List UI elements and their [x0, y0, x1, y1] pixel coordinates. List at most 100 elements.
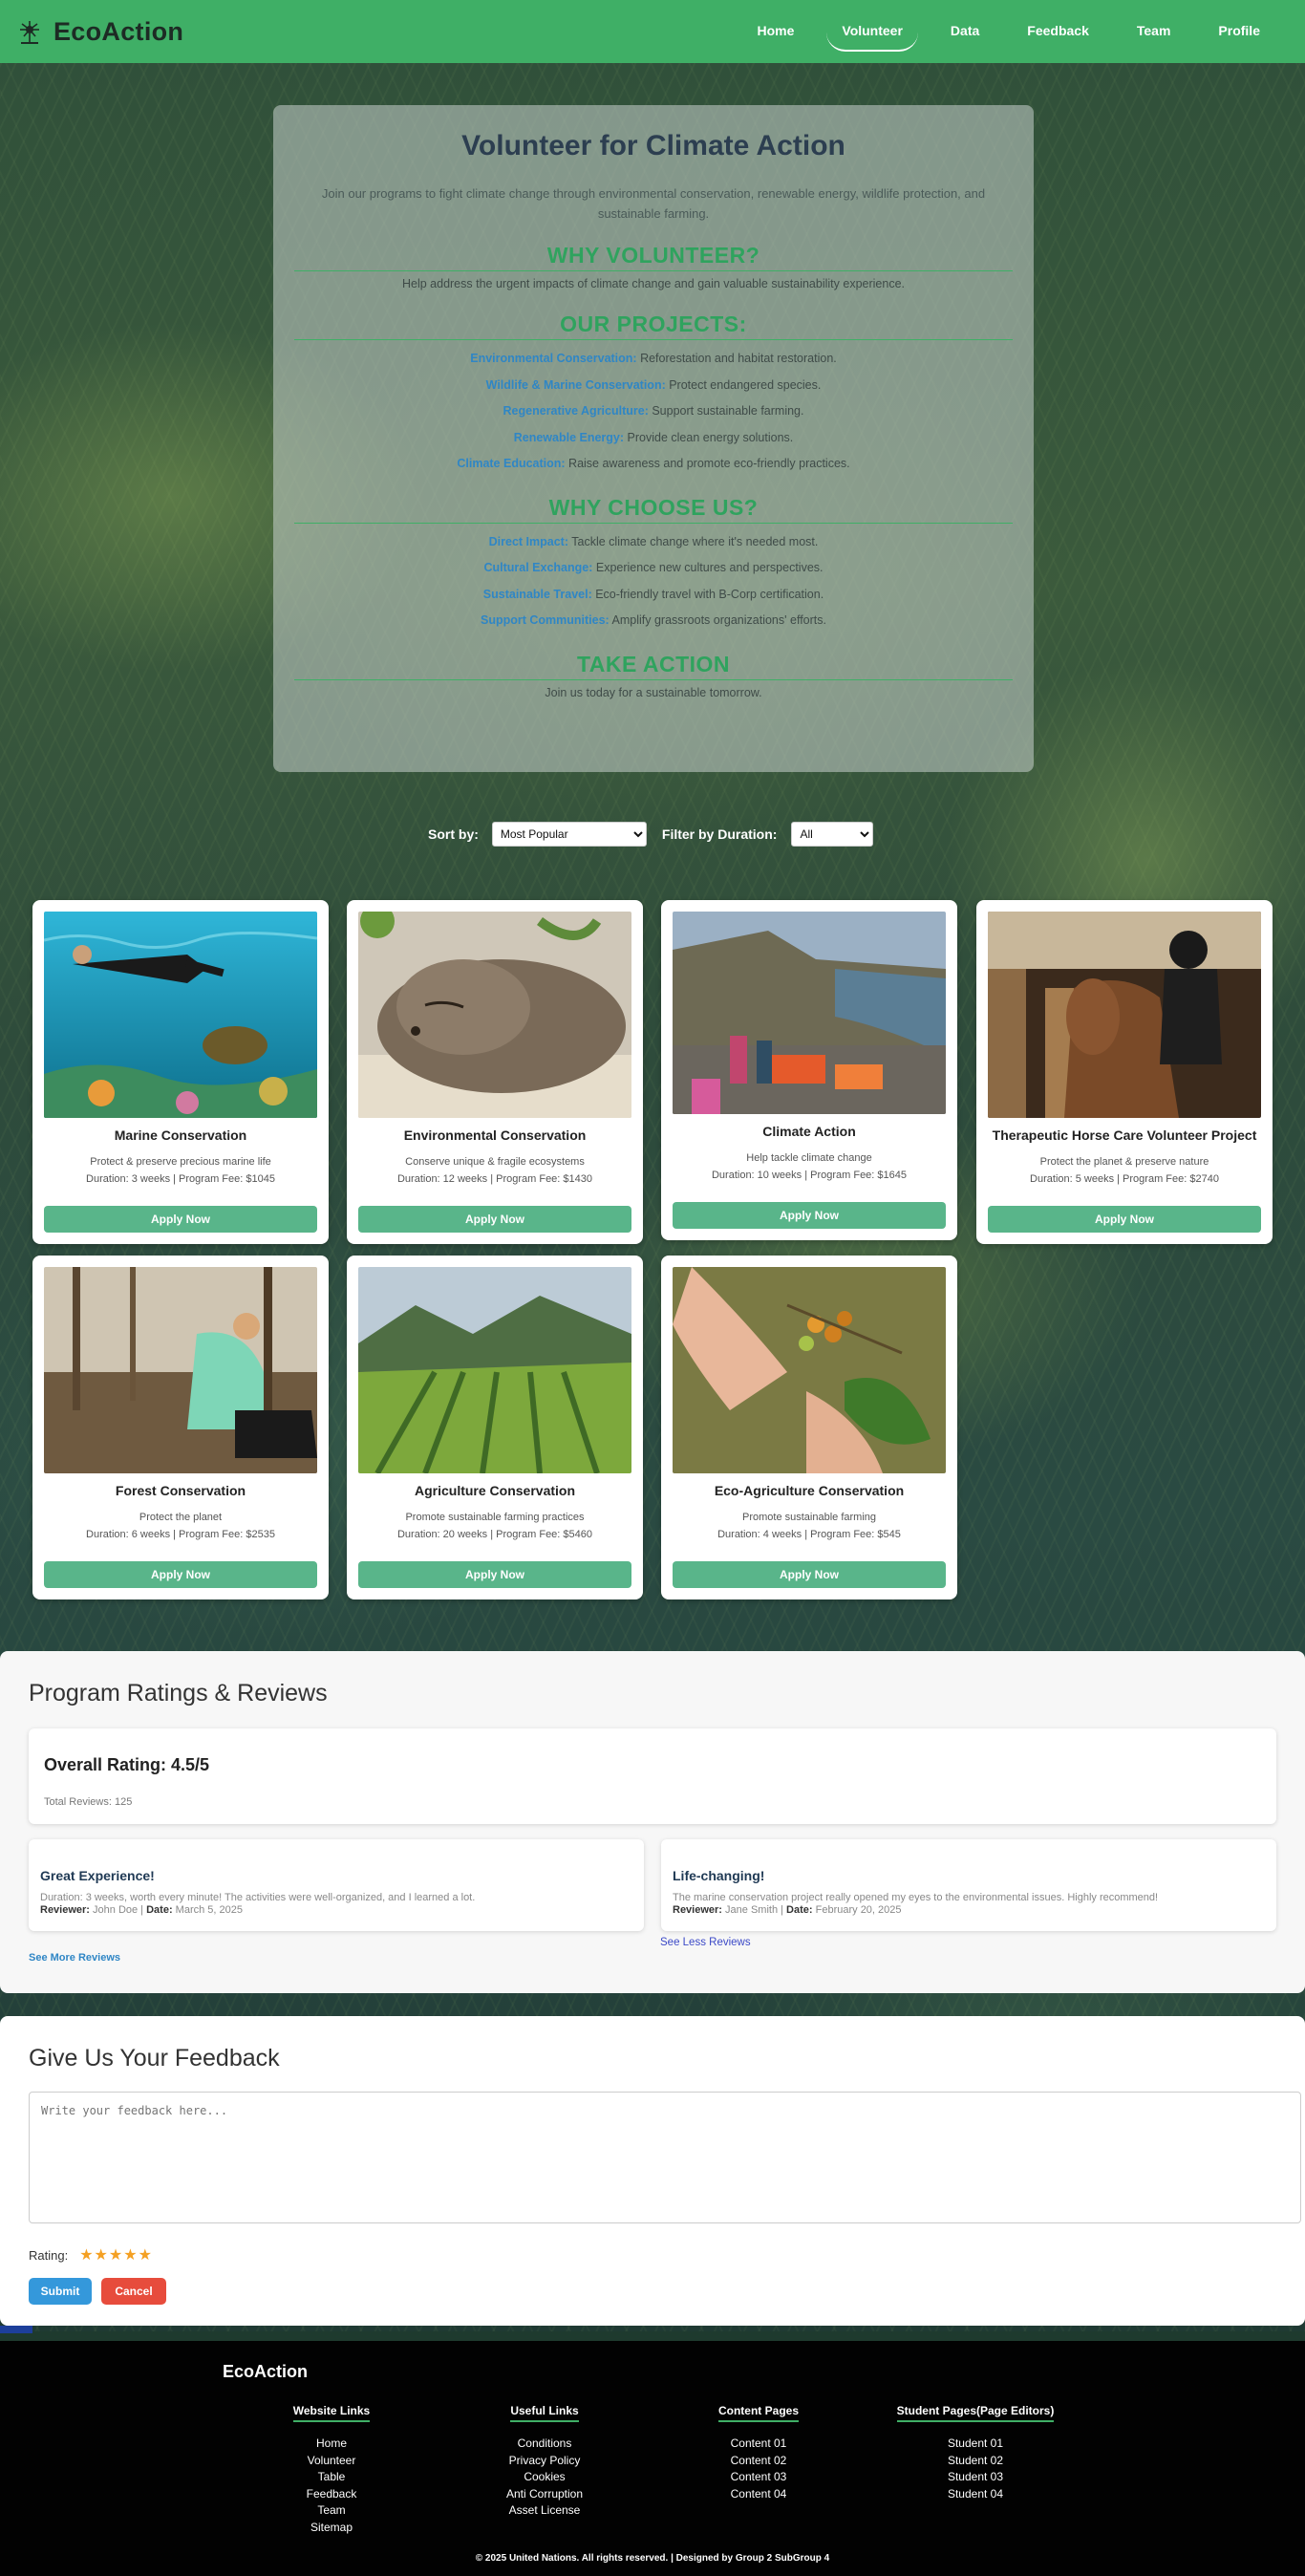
footer-link[interactable]: Student 01	[888, 2436, 1062, 2453]
apply-button[interactable]: Apply Now	[358, 1206, 631, 1233]
review-date: February 20, 2025	[812, 1904, 902, 1916]
ratings-section: Program Ratings & Reviews Overall Rating…	[0, 1651, 1305, 1993]
footer-link[interactable]: Content 03	[711, 2469, 806, 2486]
footer-link[interactable]: Content 04	[711, 2486, 806, 2503]
apply-button[interactable]: Apply Now	[44, 1561, 317, 1588]
footer-link[interactable]: Home	[291, 2436, 372, 2453]
choose-heading: WHY CHOOSE US?	[294, 495, 1013, 524]
footer-link[interactable]: Asset License	[497, 2502, 592, 2520]
reviews-list: Great Experience! Duration: 3 weeks, wor…	[29, 1839, 1276, 1931]
program-meta: Duration: 20 weeks | Program Fee: $5460	[396, 1529, 593, 1540]
footer-link[interactable]: Team	[291, 2502, 372, 2520]
date-label: Date:	[786, 1904, 813, 1916]
footer-link[interactable]: Volunteer	[291, 2453, 372, 2470]
program-card-eco-agriculture: Eco-Agriculture Conservation Promote sus…	[661, 1256, 957, 1599]
sort-select[interactable]: Most Popular	[491, 822, 647, 847]
project-name: Renewable Energy:	[513, 430, 625, 444]
apply-button[interactable]: Apply Now	[673, 1561, 946, 1588]
project-text: Support sustainable farming.	[648, 404, 804, 418]
program-title: Environmental Conservation	[403, 1127, 587, 1143]
review-title: Life-changing!	[673, 1868, 765, 1883]
why-heading: WHY VOLUNTEER?	[294, 243, 1013, 271]
reviewer-name: John Doe |	[89, 1904, 147, 1916]
footer-link[interactable]: Privacy Policy	[497, 2453, 592, 2470]
program-desc: Promote sustainable farming	[741, 1512, 876, 1523]
submit-button[interactable]: Submit	[29, 2278, 92, 2305]
footer-link[interactable]: Sitemap	[291, 2520, 372, 2537]
reason-name: Direct Impact:	[488, 534, 569, 548]
nav-feedback[interactable]: Feedback	[1027, 0, 1089, 63]
footer-link[interactable]: Table	[291, 2469, 372, 2486]
program-image-environmental	[358, 912, 631, 1118]
intro-lead: Join our programs to fight climate chang…	[321, 186, 986, 221]
apply-button[interactable]: Apply Now	[358, 1561, 631, 1588]
footer-link[interactable]: Content 01	[711, 2436, 806, 2453]
main-nav: Home Volunteer Data Feedback Team Profil…	[733, 0, 1284, 63]
review-text: Duration: 3 weeks, worth every minute! T…	[40, 1892, 476, 1903]
cancel-button[interactable]: Cancel	[101, 2278, 166, 2305]
footer-column-student-pages: Student Pages(Page Editors) Student 01 S…	[888, 2402, 1062, 2502]
date-label: Date:	[146, 1904, 173, 1916]
footer-link[interactable]: Student 04	[888, 2486, 1062, 2503]
footer-link[interactable]: Feedback	[291, 2486, 372, 2503]
logo[interactable]: EcoAction	[15, 17, 183, 47]
review-date: March 5, 2025	[172, 1904, 243, 1916]
decorative-divider	[0, 2326, 32, 2333]
list-item: Sustainable Travel: Eco-friendly travel …	[294, 582, 1013, 609]
footer-column-heading: Useful Links	[510, 2404, 579, 2422]
program-image-climate	[673, 912, 946, 1114]
footer-link[interactable]: Anti Corruption	[497, 2486, 592, 2503]
choose-list: Direct Impact: Tackle climate change whe…	[294, 529, 1013, 634]
footer-column-heading: Student Pages(Page Editors)	[896, 2404, 1055, 2422]
why-text: Help address the urgent impacts of clima…	[401, 277, 905, 290]
review-links: See Less Reviews See More Reviews	[29, 1931, 1276, 1969]
program-title: Climate Action	[762, 1124, 856, 1139]
reason-text: Amplify grassroots organizations' effort…	[609, 613, 826, 627]
program-image-eco-agriculture	[673, 1267, 946, 1473]
sort-filter-bar: Sort by: Most Popular Filter by Duration…	[428, 822, 874, 847]
footer-link[interactable]: Student 02	[888, 2453, 1062, 2470]
footer-link[interactable]: Conditions	[497, 2436, 592, 2453]
program-title: Agriculture Conservation	[414, 1483, 576, 1498]
sort-label: Sort by:	[428, 826, 479, 842]
review-meta: Reviewer: Jane Smith | Date: February 20…	[673, 1904, 1265, 1916]
reason-name: Cultural Exchange:	[483, 561, 593, 574]
ratings-heading: Program Ratings & Reviews	[29, 1680, 328, 1707]
footer-link[interactable]: Student 03	[888, 2469, 1062, 2486]
see-less-reviews-link[interactable]: See Less Reviews	[660, 1937, 751, 1948]
nav-data[interactable]: Data	[951, 0, 979, 63]
action-heading: TAKE ACTION	[294, 652, 1013, 680]
program-desc: Conserve unique & fragile ecosystems	[405, 1156, 585, 1168]
nav-profile[interactable]: Profile	[1218, 0, 1260, 63]
nav-volunteer[interactable]: Volunteer	[826, 0, 918, 63]
list-item: Environmental Conservation: Reforestatio…	[294, 346, 1013, 373]
star-rating-icon[interactable]: ★★★★★	[79, 2245, 153, 2265]
program-card-agriculture: Agriculture Conservation Promote sustain…	[347, 1256, 643, 1599]
feedback-textarea[interactable]	[29, 2092, 1301, 2223]
see-more-reviews-link[interactable]: See More Reviews	[29, 1952, 120, 1964]
program-meta: Duration: 12 weeks | Program Fee: $1430	[396, 1173, 593, 1185]
nav-team[interactable]: Team	[1137, 0, 1171, 63]
program-title: Eco-Agriculture Conservation	[714, 1483, 905, 1498]
review-title: Great Experience!	[40, 1868, 155, 1883]
program-desc: Help tackle climate change	[746, 1152, 872, 1164]
nav-home[interactable]: Home	[757, 0, 794, 63]
apply-button[interactable]: Apply Now	[44, 1206, 317, 1233]
reviewer-label: Reviewer:	[40, 1904, 90, 1916]
program-card-environmental: Environmental Conservation Conserve uniq…	[347, 900, 643, 1244]
footer-link[interactable]: Cookies	[497, 2469, 592, 2486]
copyright: © 2025 United Nations. All rights reserv…	[475, 2553, 830, 2564]
reason-text: Experience new cultures and perspectives…	[592, 561, 824, 574]
program-title: Marine Conservation	[114, 1127, 247, 1143]
overall-rating-card: Overall Rating: 4.5/5 Total Reviews: 125	[29, 1728, 1276, 1824]
review-meta: Reviewer: John Doe | Date: March 5, 2025	[40, 1904, 632, 1916]
list-item: Regenerative Agriculture: Support sustai…	[294, 398, 1013, 425]
list-item: Support Communities: Amplify grassroots …	[294, 608, 1013, 634]
footer-column-heading: Website Links	[292, 2404, 371, 2422]
apply-button[interactable]: Apply Now	[673, 1202, 946, 1229]
footer-link[interactable]: Content 02	[711, 2453, 806, 2470]
duration-filter-select[interactable]: All	[791, 822, 874, 847]
apply-button[interactable]: Apply Now	[988, 1206, 1261, 1233]
reason-text: Tackle climate change where it's needed …	[568, 534, 819, 548]
program-desc: Protect the planet & preserve nature	[1039, 1156, 1209, 1168]
